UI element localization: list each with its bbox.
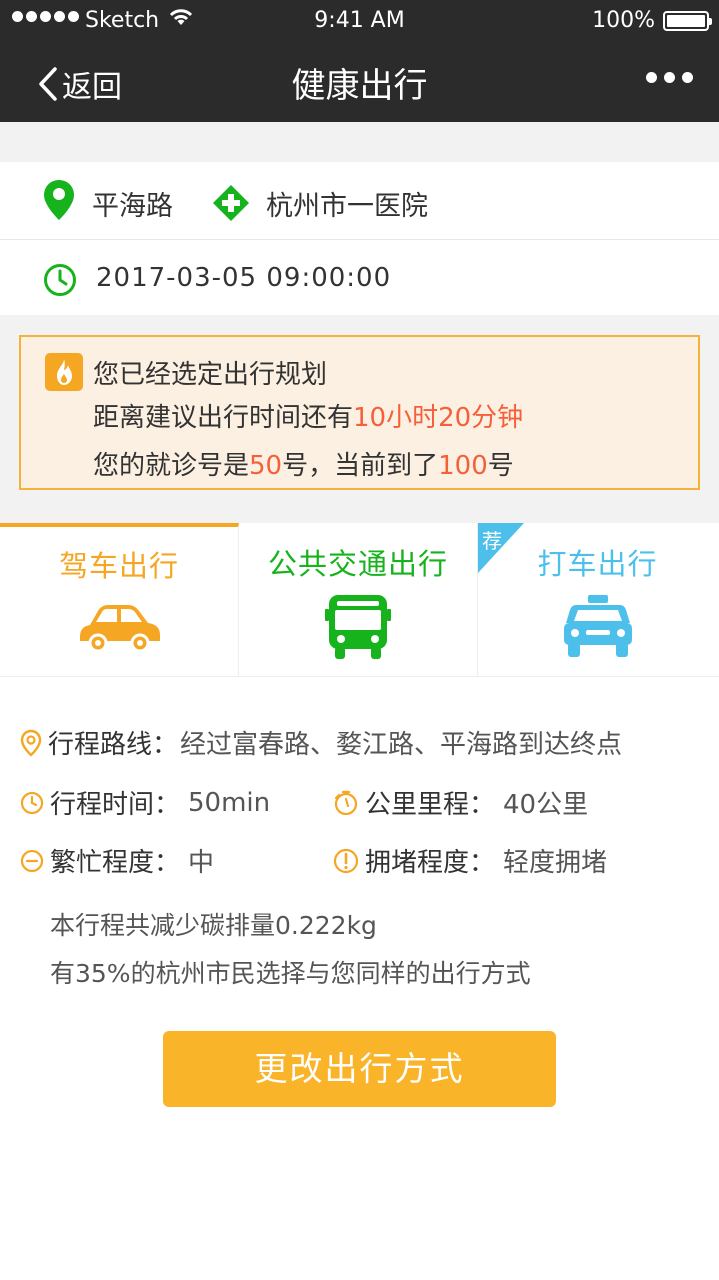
detail-busy-value: 中 — [188, 848, 215, 878]
notice-current-number: 100 — [438, 451, 488, 481]
car-icon — [76, 599, 162, 659]
travel-mode-tabs: 驾车出行 公共交通出行 荐 打车出行 — [0, 523, 719, 677]
detail-busy: 繁忙程度： 中 — [20, 842, 214, 879]
detail-distance-value: 40公里 — [503, 790, 589, 820]
clock-icon — [43, 263, 77, 301]
tab-taxi[interactable]: 荐 打车出行 — [478, 523, 717, 677]
battery-icon — [663, 11, 712, 31]
appointment-datetime: 2017-03-05 09:00:00 — [96, 263, 392, 293]
page-title: 健康出行 — [291, 66, 428, 106]
route-to: 杭州市一医院 — [266, 191, 428, 222]
notice-queue-mid: 号，当前到了 — [282, 451, 439, 481]
detail-congestion: 拥堵程度： 轻度拥堵 — [333, 842, 607, 879]
notice-my-number: 50 — [249, 451, 283, 481]
spacer — [0, 122, 719, 162]
route-from: 平海路 — [92, 191, 173, 222]
tab-drive[interactable]: 驾车出行 — [0, 523, 239, 677]
stopwatch-icon — [334, 790, 358, 815]
route-row: 平海路 杭州市一医院 — [0, 162, 719, 240]
bus-icon — [325, 593, 391, 665]
notice-section: 您已经选定出行规划 距离建议出行时间还有10小时20分钟 您的就诊号是50号，当… — [0, 315, 719, 523]
detail-congestion-key: 拥堵程度： — [365, 848, 496, 878]
detail-time-key: 行程时间： — [50, 790, 181, 820]
notice-queue-label: 您的就诊号是 — [93, 451, 250, 481]
detail-time-value: 50min — [188, 787, 271, 818]
carbon-note: 本行程共减少碳排量0.222kg — [50, 911, 377, 940]
tab-public-transit[interactable]: 公共交通出行 — [239, 523, 478, 677]
hospital-icon — [212, 184, 250, 226]
detail-route-value: 经过富春路、婺江路、平海路到达终点 — [180, 730, 623, 760]
nav-bar: 返回 健康出行 — [0, 42, 719, 122]
detail-time: 行程时间： 50min — [20, 784, 270, 821]
map-pin-icon — [20, 729, 42, 757]
notice-line-1: 您已经选定出行规划 — [93, 360, 328, 390]
tab-drive-label: 驾车出行 — [58, 549, 179, 583]
notice-line-2: 距离建议出行时间还有10小时20分钟 — [93, 397, 523, 434]
notice-countdown-label: 距离建议出行时间还有 — [93, 403, 354, 433]
detail-distance: 公里里程： 40公里 — [333, 784, 588, 821]
minus-circle-icon — [20, 849, 44, 872]
clock-icon — [20, 791, 44, 814]
time-row: 2017-03-05 09:00:00 — [0, 241, 719, 315]
trip-details: 行程路线： 经过富春路、婺江路、平海路到达终点 行程时间： 50min 公里里程… — [0, 678, 719, 1280]
share-note: 有35%的杭州市民选择与您同样的出行方式 — [50, 959, 531, 988]
battery-percent: 100% — [592, 8, 655, 33]
alert-circle-icon — [333, 848, 359, 873]
more-button[interactable] — [646, 72, 693, 83]
detail-distance-key: 公里里程： — [365, 790, 496, 820]
notice-countdown: 10小时20分钟 — [353, 403, 524, 433]
taxi-icon — [562, 593, 634, 663]
detail-route-key: 行程路线： — [48, 730, 179, 760]
change-travel-mode-button[interactable]: 更改出行方式 — [163, 1031, 556, 1107]
tab-taxi-label: 打车出行 — [537, 547, 658, 581]
location-pin-icon — [42, 178, 76, 226]
detail-route: 行程路线： 经过富春路、婺江路、平海路到达终点 — [20, 724, 622, 761]
notice-box: 您已经选定出行规划 距离建议出行时间还有10小时20分钟 您的就诊号是50号，当… — [19, 335, 700, 490]
tab-public-transit-label: 公共交通出行 — [267, 547, 448, 581]
detail-busy-key: 繁忙程度： — [50, 848, 181, 878]
notice-queue-suffix: 号 — [487, 451, 514, 481]
status-bar: Sketch 9:41 AM 100% — [0, 0, 719, 42]
notice-line-3: 您的就诊号是50号，当前到了100号 — [93, 445, 514, 482]
fire-icon — [45, 353, 83, 391]
detail-congestion-value: 轻度拥堵 — [503, 848, 608, 878]
